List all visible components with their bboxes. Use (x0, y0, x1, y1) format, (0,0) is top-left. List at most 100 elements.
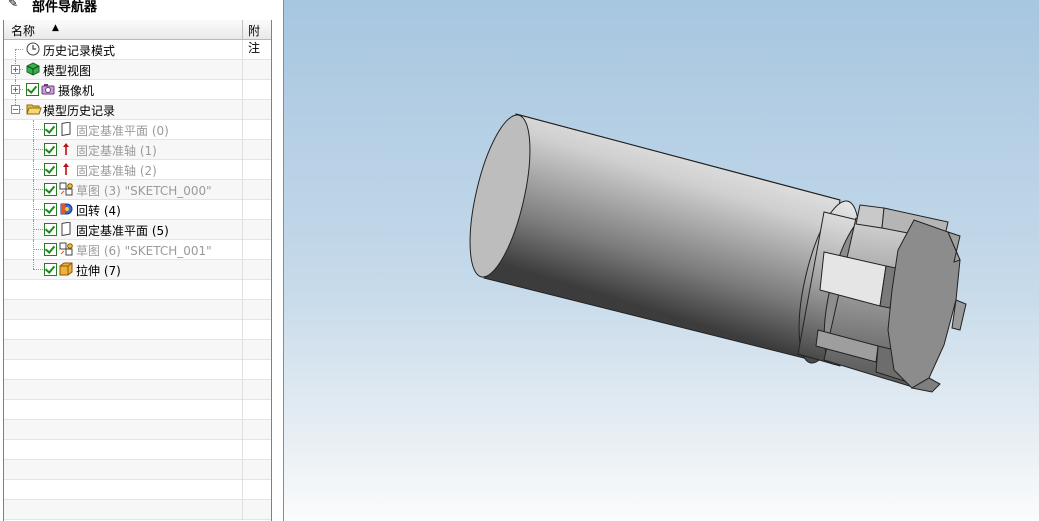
sort-ascending-icon[interactable]: ▲ (52, 23, 59, 33)
tree-row-label: 草图 (3) "SKETCH_000" (76, 184, 212, 198)
expand-icon[interactable]: + (11, 65, 20, 74)
column-divider-line (242, 100, 243, 120)
visibility-checkbox[interactable] (44, 203, 57, 216)
column-divider-line (242, 200, 243, 220)
datum-axis-icon (59, 142, 73, 156)
sketch-icon (59, 182, 73, 196)
tree-row-label: 模型视图 (43, 64, 92, 78)
column-divider-line (242, 340, 243, 360)
tree-connector (33, 140, 34, 160)
tree-row-label: 历史记录模式 (43, 44, 116, 58)
visibility-checkbox[interactable] (44, 183, 57, 196)
tree-row[interactable]: − 模型历史记录 (4, 100, 271, 120)
column-divider-line (242, 380, 243, 400)
tree-row[interactable]: + 模型视图 (4, 60, 271, 80)
tree-connector (33, 240, 34, 260)
empty-row (4, 340, 271, 360)
navigator-titlebar: ✎ 部件导航器 (0, 0, 283, 15)
extrude-icon (59, 262, 73, 276)
folder-open-icon (26, 102, 42, 116)
column-divider-line (242, 220, 243, 240)
column-divider-line (242, 400, 243, 420)
column-divider-line (242, 140, 243, 160)
cylinder-body[interactable] (458, 110, 841, 362)
tree-row[interactable]: 草图 (3) "SKETCH_000" (4, 180, 271, 200)
tree-connector (33, 209, 43, 210)
tree-connector (33, 180, 34, 200)
visibility-checkbox[interactable] (44, 263, 57, 276)
datum-plane-icon (59, 121, 73, 137)
column-divider-line (242, 240, 243, 260)
collapse-icon[interactable]: − (11, 105, 20, 114)
visibility-checkbox[interactable] (44, 143, 57, 156)
column-header: 名称 ▲ 附注 (4, 20, 271, 55)
pin-icon[interactable]: ✎ (8, 0, 18, 10)
navigator-tree-frame: 名称 ▲ 附注 历史记录模式 + 模型视图 + 摄像机 − 模型历史记录固定基准平面 (0)… (3, 20, 272, 521)
tree-row[interactable]: 草图 (6) "SKETCH_001" (4, 240, 271, 260)
empty-row (4, 420, 271, 440)
tree-row[interactable]: 固定基准轴 (1) (4, 140, 271, 160)
empty-row (4, 460, 271, 480)
tree-connector (15, 49, 23, 50)
tree-connector (33, 189, 43, 190)
tree-connector (33, 269, 43, 270)
navigator-title: 部件导航器 (32, 0, 98, 15)
tree-row-label: 固定基准轴 (2) (76, 164, 157, 178)
tree-connector (33, 129, 43, 130)
visibility-checkbox[interactable] (44, 223, 57, 236)
tree-connector (33, 169, 43, 170)
tree-row[interactable]: 固定基准平面 (5) (4, 220, 271, 240)
column-divider-line (242, 320, 243, 340)
tree-connector (33, 149, 43, 150)
visibility-checkbox[interactable] (44, 243, 57, 256)
tree-row-label: 拉伸 (7) (76, 264, 121, 278)
datum-axis-icon (59, 162, 73, 176)
expand-icon[interactable]: + (11, 85, 20, 94)
tree-connector (33, 120, 34, 140)
column-divider-line (242, 460, 243, 480)
column-divider-line (242, 180, 243, 200)
visibility-checkbox[interactable] (44, 163, 57, 176)
empty-row (4, 360, 271, 380)
model-views-icon (26, 62, 40, 76)
sketch-icon (59, 242, 73, 256)
empty-row (4, 320, 271, 340)
graphics-viewport[interactable] (283, 0, 1039, 521)
tree-connector (33, 160, 34, 180)
tree-row-label: 草图 (6) "SKETCH_001" (76, 244, 212, 258)
tree-row[interactable]: + 摄像机 (4, 80, 271, 100)
tree-connector (33, 200, 34, 220)
column-divider-line (242, 360, 243, 380)
tree-connector (33, 229, 43, 230)
tree-row[interactable]: 固定基准轴 (2) (4, 160, 271, 180)
tree-row[interactable]: 历史记录模式 (4, 40, 271, 69)
column-divider-line (242, 440, 243, 460)
column-divider-line (242, 60, 243, 80)
part-navigator-panel: ✎ 部件导航器 名称 ▲ 附注 历史记录模式 + 模型视图 + 摄像机 − 模型历史记录固定… (0, 0, 283, 521)
column-divider-line (242, 280, 243, 300)
tree-row[interactable]: 拉伸 (7) (4, 260, 271, 280)
tree-row-label: 摄像机 (58, 84, 95, 98)
tree-row[interactable]: 回转 (4) (4, 200, 271, 220)
column-divider-line (242, 260, 243, 280)
column-name-header[interactable]: 名称 (11, 22, 35, 39)
visibility-checkbox[interactable] (44, 123, 57, 136)
visibility-checkbox[interactable] (26, 83, 39, 96)
empty-row (4, 440, 271, 460)
column-divider-line (242, 480, 243, 500)
empty-row (4, 280, 271, 300)
revolve-icon (59, 202, 73, 216)
tree-row-label: 模型历史记录 (43, 104, 116, 118)
column-divider[interactable] (242, 20, 243, 39)
tree-row[interactable]: 固定基准平面 (0) (4, 120, 271, 140)
datum-plane-icon (59, 221, 73, 237)
empty-row (4, 400, 271, 420)
tree-connector (33, 220, 34, 240)
column-divider-line (242, 40, 243, 60)
tree-rows: 历史记录模式 + 模型视图 + 摄像机 − 模型历史记录固定基准平面 (0) 固定基准轴 (1… (4, 40, 271, 520)
column-divider-line (242, 160, 243, 180)
camera-icon (41, 82, 55, 96)
tree-connector (33, 260, 34, 269)
column-divider-line (242, 300, 243, 320)
column-divider-line (242, 120, 243, 140)
